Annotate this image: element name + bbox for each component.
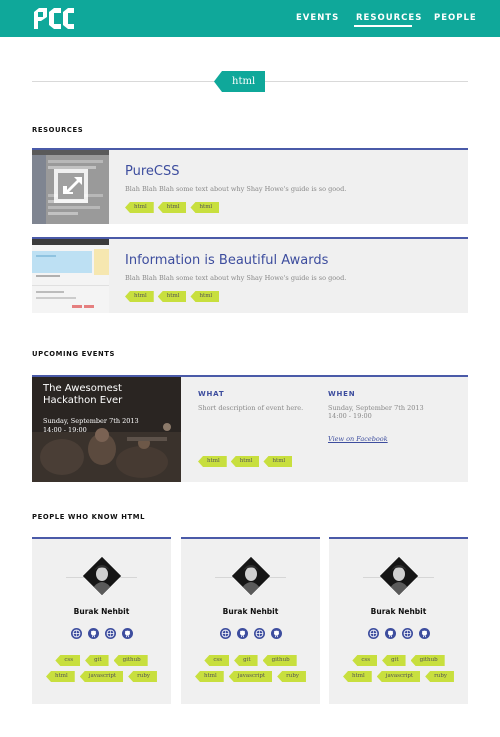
nav-people[interactable]: PEOPLE [434,13,477,23]
resource-title[interactable]: PureCSS [125,164,180,179]
tag[interactable]: html [125,202,154,213]
facebook-link[interactable]: View on Facebook [328,435,388,443]
globe-icon[interactable] [70,628,82,639]
avatar[interactable] [83,557,121,595]
tag[interactable]: html [46,671,75,682]
person-card[interactable]: Burak Nehbit css git github html javascr… [32,537,171,704]
event-image[interactable]: The Awesomest Hackathon Ever Sunday, Sep… [32,377,181,482]
github-icon[interactable] [121,628,133,639]
purecss-screenshot-icon [32,150,109,224]
person-card[interactable]: Burak Nehbit css git github html javascr… [181,537,320,704]
tag[interactable]: html [125,291,154,302]
tag[interactable]: css [204,655,230,666]
people-heading: PEOPLE WHO KNOW HTML [32,513,146,521]
nav-resources[interactable]: RESOURCES [356,13,422,23]
tag[interactable]: css [55,655,81,666]
nav-events[interactable]: EVENTS [296,13,339,23]
github-icon[interactable] [270,628,282,639]
tag[interactable]: html [190,291,220,302]
resource-tags: html html html [125,202,220,213]
person-name[interactable]: Burak Nehbit [181,607,320,616]
event-when-time: 14:00 - 19:00 [328,412,372,420]
tag[interactable]: javascript [228,671,273,682]
tag[interactable]: ruby [128,671,157,682]
resource-thumbnail[interactable] [32,239,109,313]
event-image-date: Sunday, September 7th 2013 14:00 - 19:00 [43,417,178,435]
person-tags-row: css git github [181,655,320,666]
resource-card[interactable]: Information is Beautiful Awards Blah Bla… [32,237,468,313]
resource-tags: html html html [125,291,220,302]
pcc-logo-icon[interactable] [34,8,74,29]
globe-icon[interactable] [104,628,116,639]
event-card[interactable]: The Awesomest Hackathon Ever Sunday, Sep… [32,375,468,482]
person-tags-row: css git github [329,655,468,666]
tag[interactable]: html [157,202,187,213]
tag[interactable]: ruby [425,671,454,682]
nav-active-indicator [354,25,412,27]
globe-icon[interactable] [253,628,265,639]
tag[interactable]: git [85,655,109,666]
tag[interactable]: git [382,655,406,666]
tag[interactable]: html [343,671,372,682]
resource-description: Blah Blah Blah some text about why Shay … [125,274,347,282]
tag[interactable]: ruby [277,671,306,682]
tag[interactable]: html [230,456,260,467]
globe-icon[interactable] [367,628,379,639]
tag[interactable]: html [195,671,224,682]
person-tags-row: html javascript ruby [32,671,171,682]
social-links [32,628,171,639]
tag[interactable]: html [190,202,220,213]
tag[interactable]: css [352,655,378,666]
resource-description: Blah Blah Blah some text about why Shay … [125,185,347,193]
github-icon[interactable] [236,628,248,639]
person-name[interactable]: Burak Nehbit [32,607,171,616]
person-tags-row: html javascript ruby [181,671,320,682]
avatar[interactable] [380,557,418,595]
person-photo-icon [232,557,270,595]
tag[interactable]: github [113,655,148,666]
social-links [181,628,320,639]
github-icon[interactable] [87,628,99,639]
tag[interactable]: javascript [376,671,421,682]
infobeautiful-screenshot-icon [32,239,109,313]
globe-icon[interactable] [401,628,413,639]
tag[interactable]: html [198,456,227,467]
person-tags-row: html javascript ruby [329,671,468,682]
resource-title[interactable]: Information is Beautiful Awards [125,253,328,268]
globe-icon[interactable] [219,628,231,639]
event-image-title: The Awesomest Hackathon Ever [43,383,123,406]
topic-tag[interactable]: html [214,71,266,92]
person-photo-icon [380,557,418,595]
tag[interactable]: github [410,655,445,666]
person-photo-icon [83,557,121,595]
resource-card[interactable]: PureCSS Blah Blah Blah some text about w… [32,148,468,224]
event-image-time-text: 14:00 - 19:00 [43,426,87,434]
person-tags-row: css git github [32,655,171,666]
tag[interactable]: javascript [79,671,124,682]
event-what-text: Short description of event here. [198,404,304,412]
tag[interactable]: git [234,655,258,666]
github-icon[interactable] [418,628,430,639]
site-header: EVENTS RESOURCES PEOPLE [0,0,500,37]
person-name[interactable]: Burak Nehbit [329,607,468,616]
event-when-label: WHEN [328,390,356,398]
social-links [329,628,468,639]
tag[interactable]: html [263,456,293,467]
person-card[interactable]: Burak Nehbit css git github html javascr… [329,537,468,704]
event-image-date-text: Sunday, September 7th 2013 [43,417,139,425]
avatar[interactable] [232,557,270,595]
event-what-label: WHAT [198,390,225,398]
github-icon[interactable] [384,628,396,639]
events-heading: UPCOMING EVENTS [32,350,115,358]
resources-heading: RESOURCES [32,126,84,134]
tag[interactable]: github [262,655,297,666]
tag[interactable]: html [157,291,187,302]
resource-thumbnail[interactable] [32,150,109,224]
event-tags: html html html [198,456,293,467]
